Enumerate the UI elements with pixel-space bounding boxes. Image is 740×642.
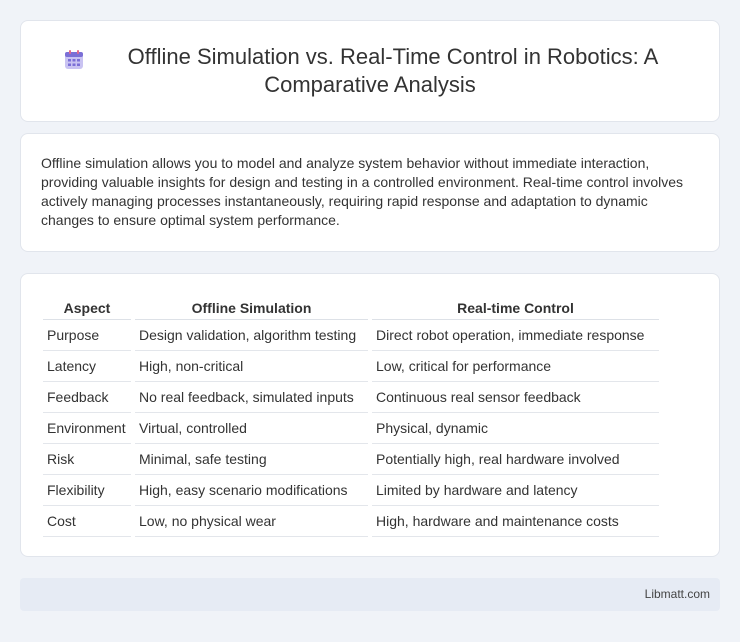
header-real-time-control: Real-time Control	[372, 294, 659, 320]
table-row: Feedback No real feedback, simulated inp…	[43, 382, 659, 413]
cell-offline: Design validation, algorithm testing	[135, 320, 368, 351]
table-header-row: Aspect Offline Simulation Real-time Cont…	[43, 294, 659, 320]
table-row: Flexibility High, easy scenario modifica…	[43, 475, 659, 506]
comparison-table: Aspect Offline Simulation Real-time Cont…	[39, 294, 663, 537]
cell-realtime: Potentially high, real hardware involved	[372, 444, 659, 475]
intro-text: Offline simulation allows you to model a…	[41, 155, 684, 228]
table-row: Risk Minimal, safe testing Potentially h…	[43, 444, 659, 475]
header-offline-simulation: Offline Simulation	[135, 294, 368, 320]
cell-realtime: Physical, dynamic	[372, 413, 659, 444]
cell-realtime: High, hardware and maintenance costs	[372, 506, 659, 537]
cell-offline: No real feedback, simulated inputs	[135, 382, 368, 413]
table-row: Environment Virtual, controlled Physical…	[43, 413, 659, 444]
footer-bar: Libmatt.com	[20, 578, 720, 611]
cell-aspect: Latency	[43, 351, 131, 382]
intro-card: Offline simulation allows you to model a…	[20, 133, 720, 252]
page-title: Offline Simulation vs. Real-Time Control…	[127, 44, 659, 97]
cell-offline: High, easy scenario modifications	[135, 475, 368, 506]
cell-offline: High, non-critical	[135, 351, 368, 382]
cell-offline: Virtual, controlled	[135, 413, 368, 444]
cell-aspect: Feedback	[43, 382, 131, 413]
cell-offline: Low, no physical wear	[135, 506, 368, 537]
cell-realtime: Direct robot operation, immediate respon…	[372, 320, 659, 351]
table-row: Purpose Design validation, algorithm tes…	[43, 320, 659, 351]
header-aspect: Aspect	[43, 294, 131, 320]
cell-aspect: Environment	[43, 413, 131, 444]
table-row: Latency High, non-critical Low, critical…	[43, 351, 659, 382]
cell-offline: Minimal, safe testing	[135, 444, 368, 475]
cell-realtime: Low, critical for performance	[372, 351, 659, 382]
cell-aspect: Risk	[43, 444, 131, 475]
footer-brand-link[interactable]: Libmatt.com	[645, 587, 710, 601]
cell-aspect: Cost	[43, 506, 131, 537]
cell-realtime: Limited by hardware and latency	[372, 475, 659, 506]
comparison-table-card: Aspect Offline Simulation Real-time Cont…	[20, 273, 720, 557]
cell-realtime: Continuous real sensor feedback	[372, 382, 659, 413]
table-row: Cost Low, no physical wear High, hardwar…	[43, 506, 659, 537]
header-card: Offline Simulation vs. Real-Time Control…	[20, 20, 720, 122]
cell-aspect: Flexibility	[43, 475, 131, 506]
cell-aspect: Purpose	[43, 320, 131, 351]
